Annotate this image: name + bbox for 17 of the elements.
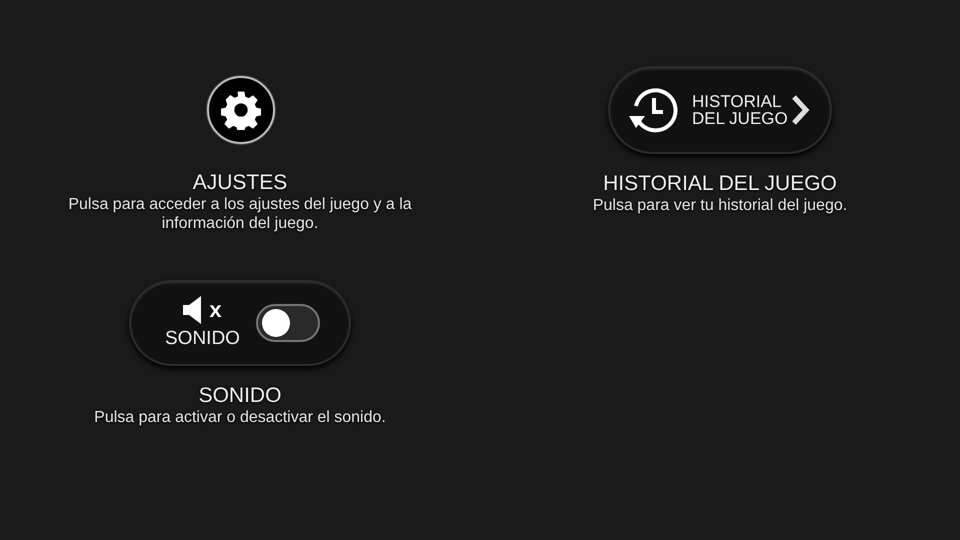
chevron-right-icon	[790, 94, 810, 126]
history-description: Pulsa para ver tu historial del juego.	[592, 196, 848, 215]
sound-label: SONIDO	[165, 328, 240, 350]
sound-description: Pulsa para activar o desactivar el sonido.	[93, 408, 387, 427]
settings-description: Pulsa para acceder a los ajustes del juego y a la información del juego.	[67, 195, 413, 233]
sound-switch[interactable]	[256, 304, 320, 342]
sound-toggle-button[interactable]: x SONIDO	[129, 280, 351, 366]
history-button[interactable]: HISTORIAL DEL JUEGO	[608, 66, 832, 154]
history-title: HISTORIAL DEL JUEGO	[603, 172, 837, 196]
settings-title: AJUSTES	[192, 171, 288, 195]
history-icon	[628, 86, 678, 134]
mute-mark: x	[209, 299, 222, 321]
speaker-icon	[183, 296, 204, 324]
sound-title: SONIDO	[198, 384, 282, 408]
settings-button[interactable]	[207, 76, 275, 144]
history-label: HISTORIAL DEL JUEGO	[692, 93, 789, 127]
gear-icon	[221, 90, 261, 130]
